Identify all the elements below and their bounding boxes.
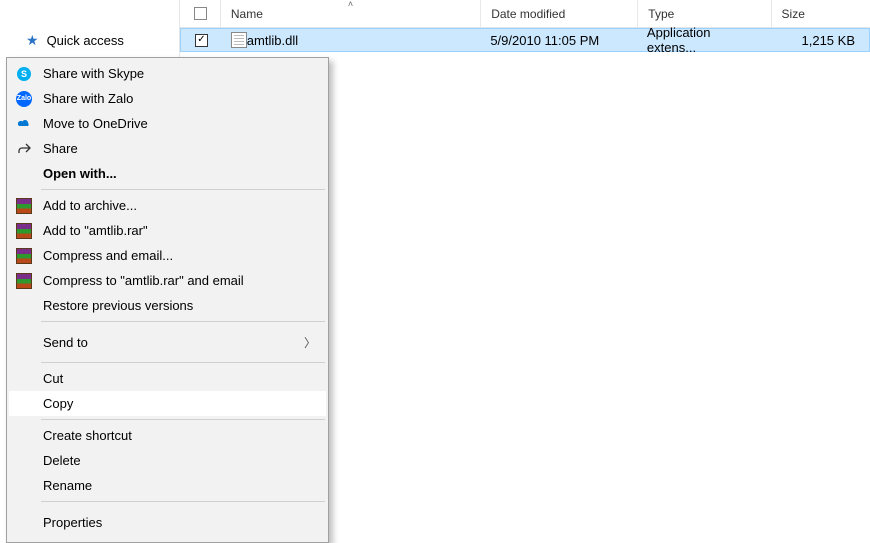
dll-file-icon <box>231 32 247 48</box>
menu-compress-named-email-label: Compress to "amtlib.rar" and email <box>43 273 316 288</box>
separator <box>41 189 325 190</box>
menu-open-with-label: Open with... <box>43 166 316 181</box>
menu-add-named-label: Add to "amtlib.rar" <box>43 223 316 238</box>
row-name-cell: amtlib.dll <box>221 29 481 51</box>
header-name-label: Name <box>231 7 263 21</box>
menu-cut-label: Cut <box>43 371 316 386</box>
blank-icon <box>15 427 33 445</box>
blank-icon <box>15 477 33 495</box>
separator <box>41 419 325 420</box>
menu-share-label: Share <box>43 141 316 156</box>
chevron-right-icon: 〉 <box>304 334 316 351</box>
row-date: 5/9/2010 11:05 PM <box>490 33 599 48</box>
blank-icon <box>15 333 33 351</box>
menu-create-shortcut[interactable]: Create shortcut <box>9 423 326 448</box>
menu-share-zalo[interactable]: Zalo Share with Zalo <box>9 86 326 111</box>
menu-delete[interactable]: Delete <box>9 448 326 473</box>
checkbox-checked-icon: ✓ <box>195 34 208 47</box>
header-checkbox-col[interactable] <box>188 0 220 27</box>
winrar-icon <box>15 247 33 265</box>
svg-text:S: S <box>21 69 27 79</box>
menu-copy[interactable]: Copy <box>9 391 326 416</box>
row-type-cell: Application extens... <box>637 29 770 51</box>
sort-asc-icon: ˄ <box>348 0 353 9</box>
zalo-icon: Zalo <box>15 90 33 108</box>
winrar-icon <box>15 197 33 215</box>
table-row[interactable]: ✓ amtlib.dll 5/9/2010 11:05 PM Applicati… <box>180 28 870 52</box>
menu-delete-label: Delete <box>43 453 316 468</box>
menu-share-skype[interactable]: S Share with Skype <box>9 61 326 86</box>
menu-move-onedrive-label: Move to OneDrive <box>43 116 316 131</box>
winrar-icon <box>15 222 33 240</box>
menu-move-onedrive[interactable]: Move to OneDrive <box>9 111 326 136</box>
menu-add-archive[interactable]: Add to archive... <box>9 193 326 218</box>
header-date[interactable]: Date modified <box>480 0 637 27</box>
header-type-label: Type <box>648 7 674 21</box>
blank-icon <box>15 513 33 531</box>
row-size: 1,215 KB <box>802 33 856 48</box>
menu-share-skype-label: Share with Skype <box>43 66 316 81</box>
separator <box>41 321 325 322</box>
context-menu: S Share with Skype Zalo Share with Zalo … <box>6 57 329 543</box>
menu-send-to[interactable]: Send to 〉 <box>9 325 326 359</box>
menu-send-to-label: Send to <box>43 335 294 350</box>
winrar-icon <box>15 272 33 290</box>
menu-compress-email-label: Compress and email... <box>43 248 316 263</box>
header-type[interactable]: Type <box>637 0 770 27</box>
menu-add-named[interactable]: Add to "amtlib.rar" <box>9 218 326 243</box>
separator <box>41 362 325 363</box>
menu-add-archive-label: Add to archive... <box>43 198 316 213</box>
menu-restore-previous[interactable]: Restore previous versions <box>9 293 326 318</box>
menu-cut[interactable]: Cut <box>9 366 326 391</box>
nav-quick-access[interactable]: ★ Quick access <box>0 28 179 53</box>
row-checkbox-cell[interactable]: ✓ <box>189 29 221 51</box>
column-headers: Name ˄ Date modified Type Size <box>180 0 870 28</box>
menu-share-zalo-label: Share with Zalo <box>43 91 316 106</box>
star-icon: ★ <box>26 32 39 49</box>
skype-icon: S <box>15 65 33 83</box>
blank-icon <box>15 452 33 470</box>
header-date-label: Date modified <box>491 7 565 21</box>
header-size-label: Size <box>782 7 805 21</box>
cloud-icon <box>15 115 33 133</box>
row-type: Application extens... <box>647 25 760 55</box>
menu-share[interactable]: Share <box>9 136 326 161</box>
menu-properties-label: Properties <box>43 515 316 530</box>
row-size-cell: 1,215 KB <box>770 29 869 51</box>
menu-rename-label: Rename <box>43 478 316 493</box>
zalo-badge: Zalo <box>16 91 32 107</box>
menu-restore-previous-label: Restore previous versions <box>43 298 316 313</box>
menu-rename[interactable]: Rename <box>9 473 326 498</box>
menu-compress-named-email[interactable]: Compress to "amtlib.rar" and email <box>9 268 326 293</box>
header-name[interactable]: Name ˄ <box>220 0 480 27</box>
share-icon <box>15 140 33 158</box>
menu-copy-label: Copy <box>43 396 316 411</box>
separator <box>41 501 325 502</box>
menu-compress-email[interactable]: Compress and email... <box>9 243 326 268</box>
menu-properties[interactable]: Properties <box>9 505 326 539</box>
blank-icon <box>15 297 33 315</box>
blank-icon <box>15 165 33 183</box>
checkbox-icon <box>194 7 207 20</box>
menu-open-with[interactable]: Open with... <box>9 161 326 186</box>
menu-create-shortcut-label: Create shortcut <box>43 428 316 443</box>
row-date-cell: 5/9/2010 11:05 PM <box>480 29 637 51</box>
nav-quick-access-label: Quick access <box>47 33 124 48</box>
blank-icon <box>15 370 33 388</box>
header-size[interactable]: Size <box>771 0 870 27</box>
row-filename: amtlib.dll <box>247 33 298 48</box>
blank-icon <box>15 395 33 413</box>
